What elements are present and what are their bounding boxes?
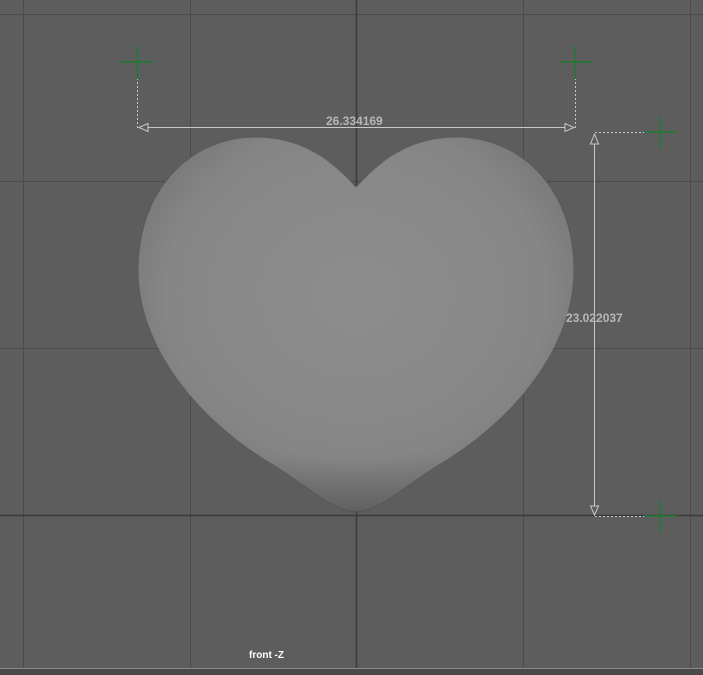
viewport-scene[interactable] xyxy=(0,0,703,675)
heart-mesh[interactable] xyxy=(137,136,575,513)
dimension-arrow-bottom xyxy=(589,505,600,517)
dimension-arrow-right xyxy=(564,122,576,133)
vertical-distance-label: 23.022037 xyxy=(566,311,623,325)
heart-shading xyxy=(138,137,574,512)
locator-icon[interactable] xyxy=(121,46,154,79)
modeling-viewport[interactable]: 26.334169 23.022037 front -Z xyxy=(0,0,703,675)
dimension-arrow-top xyxy=(589,132,600,145)
locator-icon[interactable] xyxy=(644,500,677,533)
dimension-arrow-left xyxy=(137,122,149,133)
horizontal-distance-label: 26.334169 xyxy=(326,114,383,128)
locator-icon[interactable] xyxy=(559,46,592,79)
camera-name-label: front -Z xyxy=(249,650,284,661)
viewport-bottom-bar xyxy=(0,668,703,675)
locator-icon[interactable] xyxy=(644,116,677,149)
